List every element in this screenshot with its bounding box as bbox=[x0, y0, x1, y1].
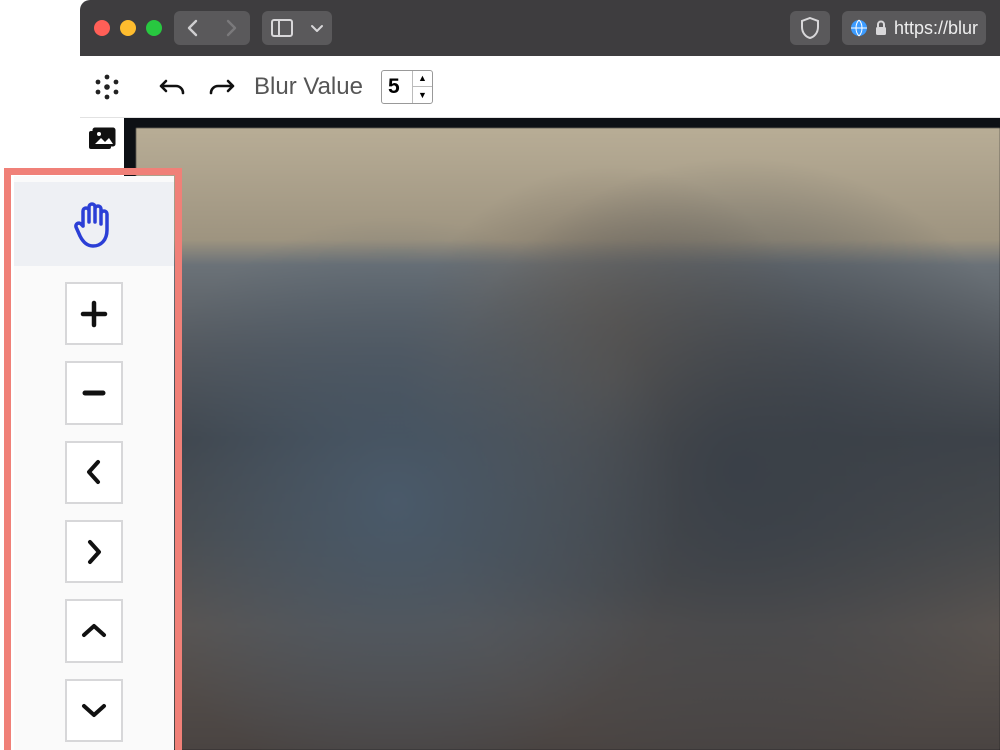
pan-left-button[interactable] bbox=[65, 441, 123, 504]
left-mode-strip bbox=[80, 118, 124, 160]
undo-redo-group bbox=[158, 77, 236, 97]
globe-icon bbox=[850, 19, 868, 37]
sidebar-toggle-group bbox=[262, 11, 332, 45]
close-window-button[interactable] bbox=[94, 20, 110, 36]
forward-button[interactable] bbox=[212, 11, 250, 45]
pan-down-button[interactable] bbox=[65, 679, 123, 742]
hand-tool-button[interactable] bbox=[14, 182, 174, 266]
blur-stepper-up[interactable]: ▲ bbox=[413, 70, 432, 87]
blur-value-stepper: ▲ ▼ bbox=[412, 70, 432, 104]
address-bar[interactable]: https://blur bbox=[842, 11, 986, 45]
minimize-window-button[interactable] bbox=[120, 20, 136, 36]
pan-up-button[interactable] bbox=[65, 599, 123, 662]
redo-button[interactable] bbox=[208, 77, 236, 97]
sidebar-menu-dropdown[interactable] bbox=[302, 23, 332, 33]
tool-palette bbox=[14, 176, 174, 750]
url-text: https://blur bbox=[894, 18, 978, 39]
maximize-window-button[interactable] bbox=[146, 20, 162, 36]
zoom-out-button[interactable] bbox=[65, 361, 123, 424]
image-mode-icon[interactable] bbox=[82, 118, 122, 160]
image-canvas-area[interactable] bbox=[124, 118, 1000, 750]
zoom-in-button[interactable] bbox=[65, 282, 123, 345]
nav-button-group bbox=[174, 11, 250, 45]
privacy-shield-button[interactable] bbox=[790, 11, 830, 45]
app-logo-icon[interactable] bbox=[88, 68, 126, 106]
blur-stepper-down[interactable]: ▼ bbox=[413, 87, 432, 104]
lock-icon bbox=[874, 20, 888, 36]
sidebar-toggle-button[interactable] bbox=[262, 19, 302, 37]
back-button[interactable] bbox=[174, 11, 212, 45]
browser-titlebar: https://blur bbox=[80, 0, 1000, 56]
canvas-image bbox=[136, 128, 1000, 750]
window-controls bbox=[94, 20, 162, 36]
blur-value-label: Blur Value bbox=[254, 73, 363, 101]
blur-value-input[interactable] bbox=[382, 75, 412, 99]
undo-button[interactable] bbox=[158, 77, 186, 97]
blur-value-field[interactable]: ▲ ▼ bbox=[381, 70, 433, 104]
pan-right-button[interactable] bbox=[65, 520, 123, 583]
app-toolbar: Blur Value ▲ ▼ bbox=[80, 56, 1000, 118]
